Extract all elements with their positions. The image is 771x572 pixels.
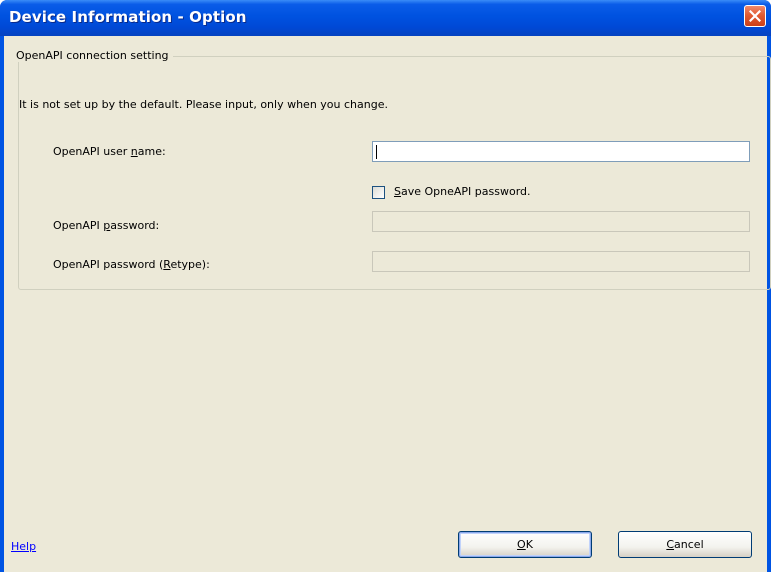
ok-button[interactable]: OK [458,531,592,558]
ok-label: K [525,538,533,551]
save-password-checkbox[interactable] [372,186,385,199]
window-title: Device Information - Option [9,8,247,26]
close-button[interactable] [744,5,766,27]
password-retype-input[interactable] [372,251,750,272]
username-label: OpenAPI user name: [53,145,166,158]
password-retype-label: OpenAPI password (Retype): [53,258,210,271]
help-link[interactable]: Help [11,540,36,553]
cancel-accel: C [666,538,675,551]
password-label: OpenAPI password: [53,219,160,232]
ok-accel: O [517,538,526,551]
dialog-window: Device Information - Option OpenAPI conn… [0,0,771,572]
dialog-body: OpenAPI connection setting It is not set… [4,36,771,572]
cancel-label: ancel [674,538,704,551]
text-caret [376,145,377,159]
password-input[interactable] [372,211,750,232]
save-password-label[interactable]: Save OpneAPI password. [394,185,531,198]
title-bar[interactable]: Device Information - Option [0,0,771,36]
close-icon [749,10,761,22]
cancel-button[interactable]: Cancel [618,531,752,558]
group-legend: OpenAPI connection setting [12,49,173,62]
username-input[interactable] [372,141,750,162]
description-text: It is not set up by the default. Please … [19,98,388,111]
